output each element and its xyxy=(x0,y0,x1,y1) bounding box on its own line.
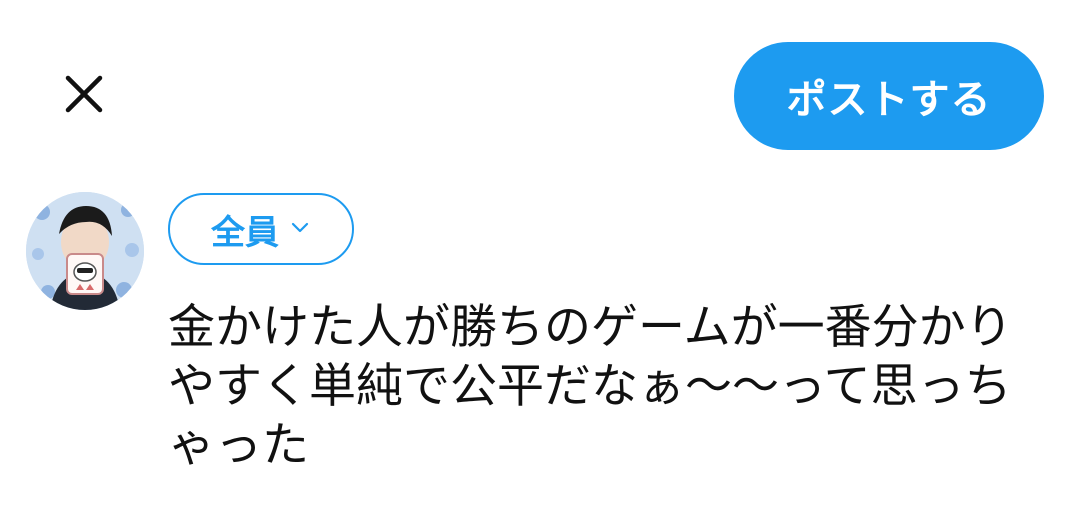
user-avatar-image xyxy=(26,192,144,310)
post-text-input[interactable]: 金かけた人が勝ちのゲームが一番分かりやすく単純で公平だなぁ〜〜って思っちゃった xyxy=(168,298,1048,475)
close-icon xyxy=(60,70,108,122)
avatar[interactable] xyxy=(26,192,144,310)
audience-selector[interactable]: 全員 xyxy=(168,193,354,265)
audience-label: 全員 xyxy=(211,212,279,253)
post-button[interactable]: ポストする xyxy=(734,42,1044,150)
close-button[interactable] xyxy=(52,64,116,128)
chevron-down-icon xyxy=(289,216,311,242)
post-button-label: ポストする xyxy=(786,77,992,123)
